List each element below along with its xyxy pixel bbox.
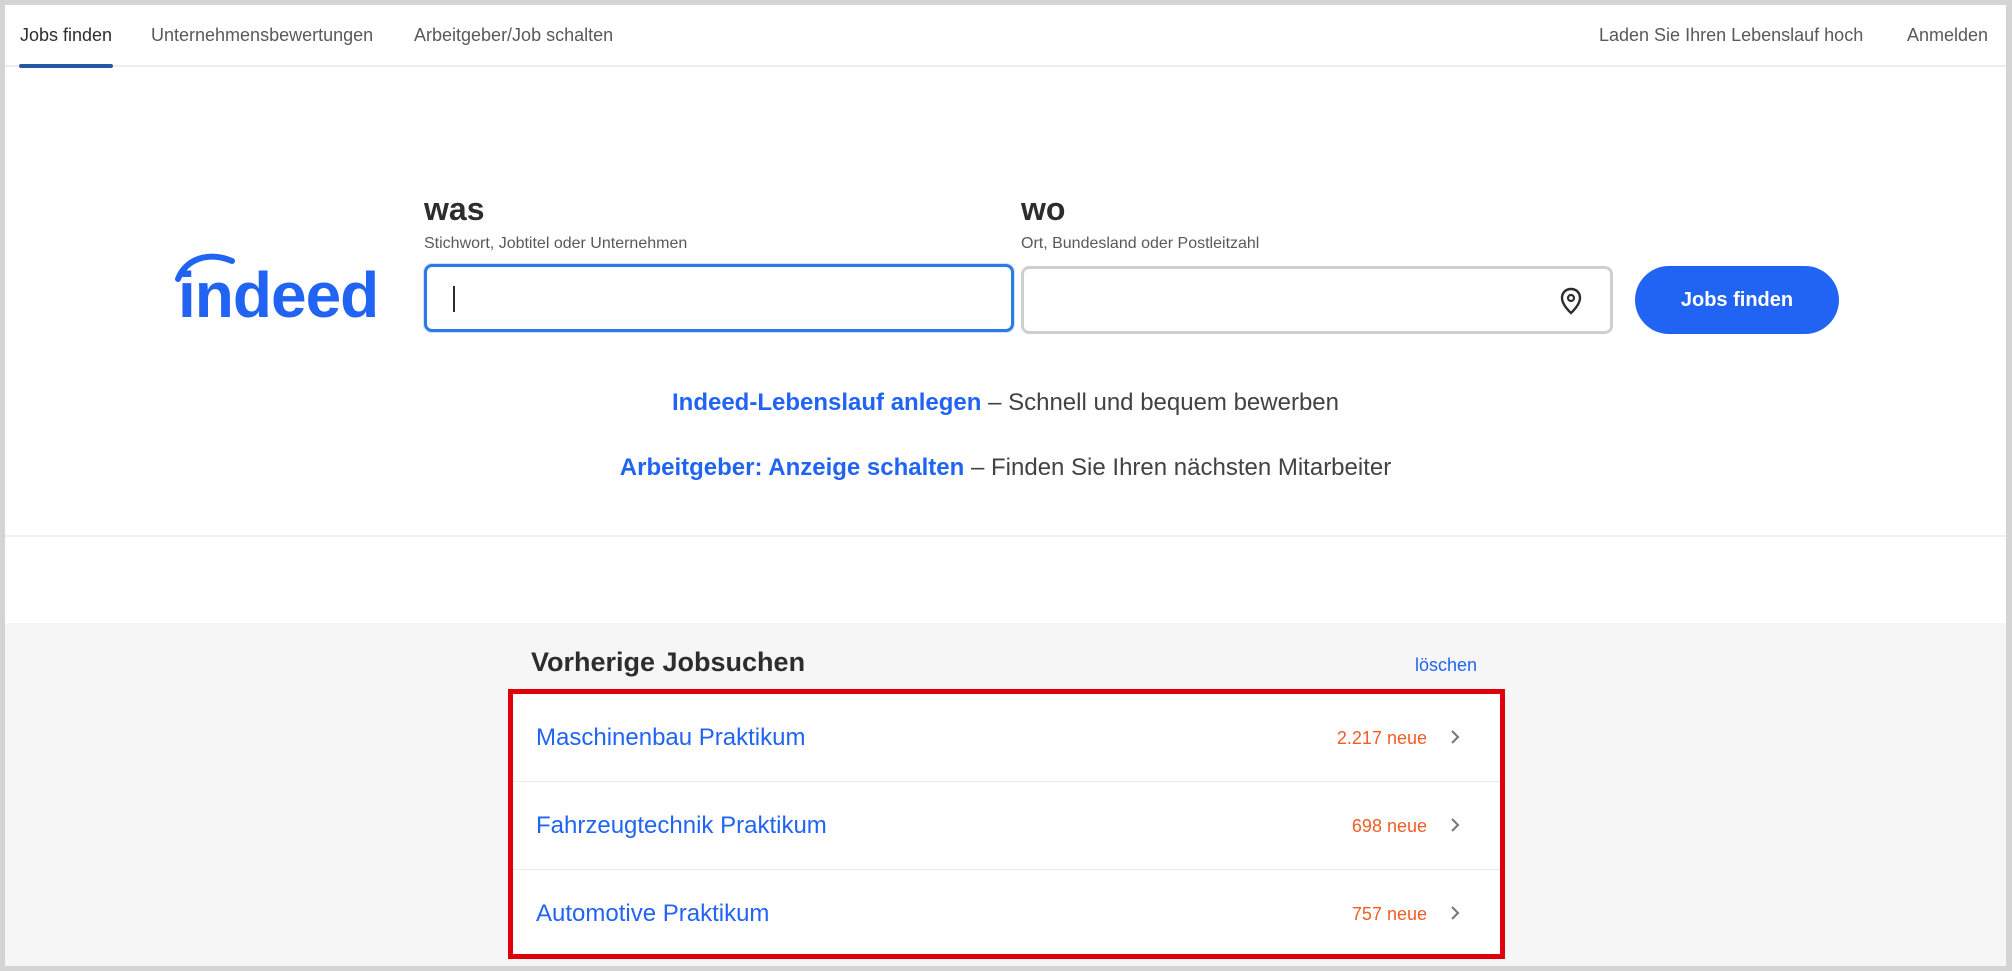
page: Jobs finden Unternehmensbewertungen Arbe… — [5, 5, 2006, 966]
what-title: was — [424, 191, 485, 227]
create-resume-link[interactable]: Indeed-Lebenslauf anlegen — [672, 389, 981, 416]
chevron-right-icon — [1451, 906, 1460, 920]
recent-searches-title: Vorherige Jobsuchen — [531, 647, 806, 677]
nav-employer-post-job[interactable]: Arbeitgeber/Job schalten — [414, 5, 613, 67]
nav-jobs-finden[interactable]: Jobs finden — [20, 5, 112, 67]
recent-search-label: Maschinenbau Praktikum — [536, 724, 806, 751]
indeed-logo[interactable]: indeed — [170, 253, 400, 329]
clear-recent-link[interactable]: löschen — [1415, 655, 1477, 676]
promo-separator: – — [970, 454, 985, 481]
new-jobs-count: 2.217 neue — [1336, 728, 1427, 748]
recent-search-item[interactable]: Automotive Praktikum 757 neue — [513, 870, 1500, 958]
recent-search-label: Automotive Praktikum — [536, 900, 770, 927]
recent-search-item[interactable]: Maschinenbau Praktikum 2.217 neue — [513, 694, 1500, 782]
promo-employer: Arbeitgeber: Anzeige schalten – Finden S… — [5, 454, 2006, 482]
nav-upload-resume[interactable]: Laden Sie Ihren Lebenslauf hoch — [1599, 5, 1863, 67]
nav-sign-in[interactable]: Anmelden — [1907, 5, 1988, 67]
chevron-right-icon — [1451, 818, 1460, 832]
where-input[interactable] — [1021, 266, 1613, 334]
section-divider — [5, 535, 2006, 537]
chevron-right-icon — [1451, 730, 1460, 744]
recent-search-label: Fahrzeugtechnik Praktikum — [536, 812, 827, 839]
new-jobs-count: 698 neue — [1351, 816, 1427, 836]
text-caret — [453, 286, 455, 312]
what-input[interactable] — [424, 264, 1014, 332]
top-nav: Jobs finden Unternehmensbewertungen Arbe… — [5, 5, 2006, 68]
what-subtitle: Stichwort, Jobtitel oder Unternehmen — [424, 235, 688, 252]
promo-resume-text: Schnell und bequem bewerben — [1008, 389, 1339, 416]
where-subtitle: Ort, Bundesland oder Postleitzahl — [1021, 235, 1260, 252]
promo-separator: – — [988, 389, 1002, 416]
where-title: wo — [1021, 191, 1066, 227]
nav-company-reviews[interactable]: Unternehmensbewertungen — [151, 5, 373, 67]
promo-employer-text: Finden Sie Ihren nächsten Mitarbeiter — [991, 454, 1392, 481]
recent-search-item[interactable]: Fahrzeugtechnik Praktikum 698 neue — [513, 782, 1500, 870]
find-jobs-button[interactable]: Jobs finden — [1635, 266, 1839, 334]
nav-active-underline — [19, 64, 113, 68]
recent-searches-list: Maschinenbau Praktikum 2.217 neue Fahrze… — [508, 689, 1505, 959]
promo-resume: Indeed-Lebenslauf anlegen – Schnell und … — [5, 389, 2006, 417]
location-pin-icon[interactable] — [1560, 287, 1582, 315]
logo-text: indeed — [178, 259, 378, 329]
employer-post-ad-link[interactable]: Arbeitgeber: Anzeige schalten — [620, 454, 965, 481]
new-jobs-count: 757 neue — [1351, 904, 1427, 924]
